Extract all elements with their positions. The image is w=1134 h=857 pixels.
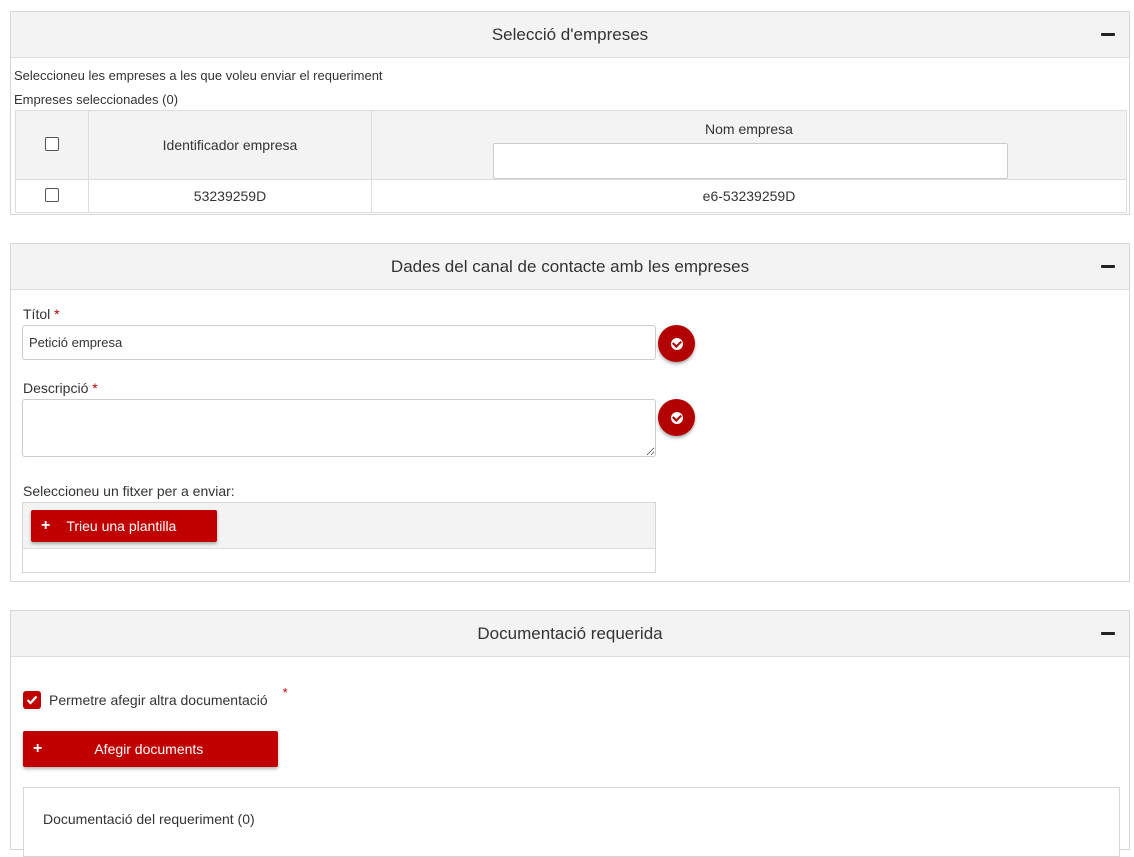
file-select-box: + Trieu una plantilla	[22, 502, 656, 573]
row-checkbox[interactable]	[45, 187, 59, 202]
plus-icon: +	[33, 740, 43, 757]
companies-panel-title: Selecció d'empreses	[491, 24, 649, 44]
required-asterisk: *	[54, 306, 60, 322]
collapse-icon[interactable]	[1101, 632, 1115, 635]
collapse-icon[interactable]	[1101, 33, 1115, 36]
required-asterisk: *	[92, 380, 98, 396]
add-documents-button[interactable]: + Afegir documents	[23, 731, 278, 767]
check-circle-icon	[670, 411, 683, 424]
contact-panel: Dades del canal de contacte amb les empr…	[10, 243, 1130, 582]
title-field-label-text: Títol	[23, 306, 51, 322]
row-company-name: e6-53239259D	[371, 179, 1127, 213]
title-input[interactable]	[22, 325, 656, 360]
title-field-label: Títol *	[23, 306, 60, 322]
file-select-label: Seleccioneu un fitxer per a enviar:	[23, 483, 235, 499]
companies-panel: Selecció d'empreses Seleccioneu les empr…	[10, 11, 1130, 215]
description-textarea[interactable]	[22, 399, 656, 457]
name-filter-input[interactable]	[493, 143, 1008, 179]
translate-description-button[interactable]	[658, 399, 695, 436]
collapse-icon[interactable]	[1101, 265, 1115, 268]
contact-panel-title: Dades del canal de contacte amb les empr…	[390, 256, 750, 276]
companies-instruction: Seleccioneu les empreses a les que voleu…	[14, 68, 383, 83]
description-field-label-text: Descripció	[23, 380, 89, 396]
column-header-name-label: Nom empresa	[705, 121, 793, 137]
checkmark-icon	[26, 695, 38, 705]
allow-other-docs-label: Permetre afegir altra documentació	[49, 692, 268, 708]
table-row[interactable]: 53239259D e6-53239259D	[15, 179, 1127, 213]
select-all-cell	[15, 110, 89, 180]
docs-panel: Documentació requerida Permetre afegir a…	[10, 610, 1130, 857]
row-select-cell	[15, 179, 89, 213]
requirement-docs-label: Documentació del requeriment (0)	[43, 811, 255, 827]
add-documents-label: Afegir documents	[94, 741, 204, 757]
check-circle-icon	[670, 337, 683, 350]
translate-title-button[interactable]	[658, 325, 695, 362]
selected-companies-count: Empreses seleccionades (0)	[14, 92, 179, 107]
column-header-id[interactable]: Identificador empresa	[88, 110, 372, 180]
docs-panel-header[interactable]: Documentació requerida	[11, 611, 1129, 657]
file-select-toolbar: + Trieu una plantilla	[23, 503, 655, 549]
companies-table: Identificador empresa Nom empresa 532392…	[15, 110, 1127, 213]
column-header-id-label: Identificador empresa	[162, 137, 298, 153]
companies-panel-header[interactable]: Selecció d'empreses	[11, 12, 1129, 58]
requirement-docs-box: Documentació del requeriment (0)	[23, 787, 1120, 857]
required-asterisk: *	[282, 684, 288, 700]
column-header-name: Nom empresa	[371, 110, 1127, 180]
allow-other-docs-row[interactable]: Permetre afegir altra documentació *	[23, 685, 288, 709]
allow-other-docs-checkbox[interactable]	[23, 691, 41, 709]
docs-panel-title: Documentació requerida	[477, 623, 663, 643]
row-company-id: 53239259D	[88, 179, 372, 213]
choose-template-label: Trieu una plantilla	[66, 518, 177, 534]
description-field-label: Descripció *	[23, 380, 98, 396]
select-all-checkbox[interactable]	[45, 136, 59, 151]
contact-panel-header[interactable]: Dades del canal de contacte amb les empr…	[11, 244, 1129, 290]
plus-icon: +	[41, 517, 51, 534]
choose-template-button[interactable]: + Trieu una plantilla	[31, 510, 217, 542]
